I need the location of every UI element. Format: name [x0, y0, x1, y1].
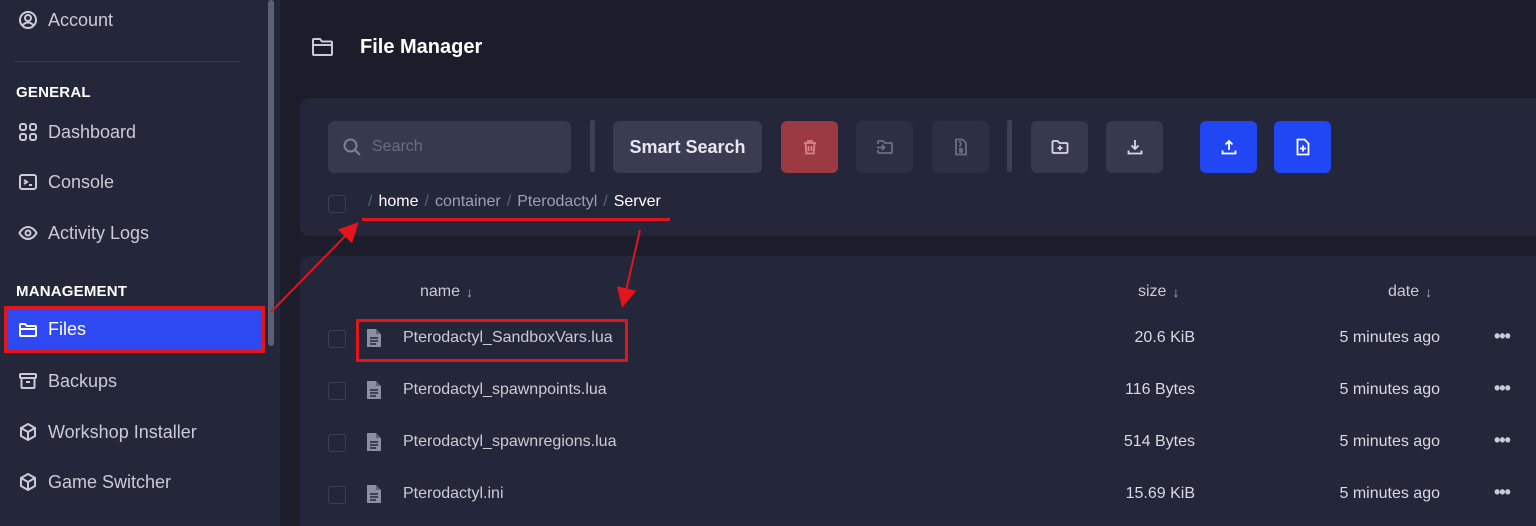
sidebar-item-label: Console — [48, 171, 115, 192]
column-header-date[interactable]: date ↓ — [1388, 283, 1432, 301]
annotation-underline — [362, 218, 670, 221]
file-date: 5 minutes ago — [1339, 433, 1440, 450]
breadcrumb-separator: / — [603, 193, 608, 210]
file-size: 20.6 KiB — [1134, 329, 1195, 346]
breadcrumb-server: Server — [613, 193, 661, 210]
row-checkbox[interactable] — [328, 486, 346, 504]
file-size: 514 Bytes — [1123, 433, 1195, 450]
sidebar-item-label: Activity Logs — [48, 222, 150, 243]
archive-button[interactable] — [932, 121, 989, 173]
page-title: File Manager — [360, 36, 483, 58]
file-name[interactable]: Pterodactyl_spawnregions.lua — [403, 433, 616, 451]
breadcrumb-separator: / — [424, 193, 429, 210]
sidebar-divider — [14, 61, 240, 62]
annotation-highlight-box — [356, 319, 628, 362]
file-date: 5 minutes ago — [1339, 329, 1440, 346]
file-date: 5 minutes ago — [1339, 485, 1440, 502]
move-icon — [876, 138, 894, 156]
sidebar-item-game-switcher[interactable]: Game Switcher — [0, 460, 262, 504]
row-options-button[interactable]: ••• — [1494, 378, 1511, 399]
download-button[interactable] — [1106, 121, 1163, 173]
row-checkbox[interactable] — [328, 330, 346, 348]
sidebar-item-console[interactable]: Console — [0, 160, 262, 204]
file-size: 116 Bytes — [1125, 381, 1195, 398]
file-size: 15.69 KiB — [1125, 485, 1195, 502]
toolbar-divider — [1007, 120, 1012, 172]
column-label: name — [420, 283, 461, 300]
package-icon — [18, 472, 38, 492]
select-all-checkbox[interactable] — [328, 195, 346, 213]
row-checkbox[interactable] — [328, 434, 346, 452]
file-text-icon — [366, 380, 382, 400]
row-options-button[interactable]: ••• — [1494, 482, 1511, 503]
breadcrumb-pterodactyl[interactable]: Pterodactyl — [517, 193, 597, 211]
move-button[interactable] — [856, 121, 913, 173]
sidebar-item-activity-logs[interactable]: Activity Logs — [0, 211, 262, 255]
row-checkbox[interactable] — [328, 382, 346, 400]
breadcrumb-container[interactable]: container — [435, 193, 501, 211]
search-icon — [342, 137, 362, 157]
column-label: size — [1138, 283, 1167, 300]
sidebar: Account GENERAL Dashboard Console Activi… — [0, 0, 280, 526]
section-label-general: GENERAL — [16, 84, 91, 101]
sort-arrow-icon: ↓ — [466, 284, 474, 300]
eye-icon — [18, 223, 38, 243]
file-name[interactable]: Pterodactyl_spawnpoints.lua — [403, 381, 607, 399]
grid-icon — [18, 122, 38, 142]
upload-icon — [1220, 138, 1238, 156]
user-circle-icon — [18, 10, 38, 30]
delete-button[interactable] — [781, 121, 838, 173]
trash-icon — [801, 138, 819, 156]
download-icon — [1126, 138, 1144, 156]
file-text-icon — [366, 484, 382, 504]
sidebar-item-label: Account — [48, 9, 114, 30]
search-input[interactable] — [372, 138, 562, 156]
section-label-management: MANAGEMENT — [16, 283, 128, 300]
file-archive-icon — [952, 138, 970, 156]
sidebar-scrollbar[interactable] — [268, 0, 274, 346]
sidebar-item-label: Game Switcher — [48, 471, 172, 492]
upload-button[interactable] — [1200, 121, 1257, 173]
toolbar-divider — [590, 120, 595, 172]
sidebar-item-backups[interactable]: Backups — [0, 359, 262, 403]
file-text-icon — [366, 432, 382, 452]
new-file-button[interactable] — [1274, 121, 1331, 173]
new-folder-button[interactable] — [1031, 121, 1088, 173]
sidebar-item-label: Files — [48, 319, 87, 339]
sidebar-item-label: Backups — [48, 370, 118, 391]
file-date: 5 minutes ago — [1339, 381, 1440, 398]
column-label: date — [1388, 283, 1420, 300]
archive-icon — [18, 371, 38, 391]
sidebar-item-workshop-installer[interactable]: Workshop Installer — [0, 410, 262, 454]
column-header-size[interactable]: size ↓ — [1138, 283, 1179, 301]
breadcrumb-home[interactable]: home — [378, 193, 418, 211]
file-name[interactable]: Pterodactyl.ini — [403, 485, 504, 503]
sidebar-item-account[interactable]: Account — [0, 0, 262, 42]
breadcrumb: / home / container / Pterodactyl / Serve… — [362, 193, 661, 211]
file-plus-icon — [1294, 138, 1312, 156]
folder-icon — [18, 320, 38, 340]
search-box[interactable] — [328, 121, 571, 173]
row-options-button[interactable]: ••• — [1494, 326, 1511, 347]
sort-arrow-icon: ↓ — [1172, 284, 1180, 300]
terminal-icon — [18, 172, 38, 192]
folder-open-icon — [311, 36, 335, 58]
folder-plus-icon — [1051, 138, 1069, 156]
sidebar-item-dashboard[interactable]: Dashboard — [0, 110, 262, 154]
sidebar-item-label: Workshop Installer — [48, 421, 197, 442]
breadcrumb-separator: / — [368, 193, 373, 210]
column-header-name[interactable]: name ↓ — [420, 283, 473, 301]
row-options-button[interactable]: ••• — [1494, 430, 1511, 451]
sort-arrow-icon: ↓ — [1425, 284, 1433, 300]
smart-search-button[interactable]: Smart Search — [613, 121, 762, 173]
breadcrumb-separator: / — [506, 193, 512, 210]
sidebar-item-files[interactable]: Files — [4, 306, 265, 353]
package-icon — [18, 422, 38, 442]
sidebar-item-label: Dashboard — [48, 121, 137, 142]
